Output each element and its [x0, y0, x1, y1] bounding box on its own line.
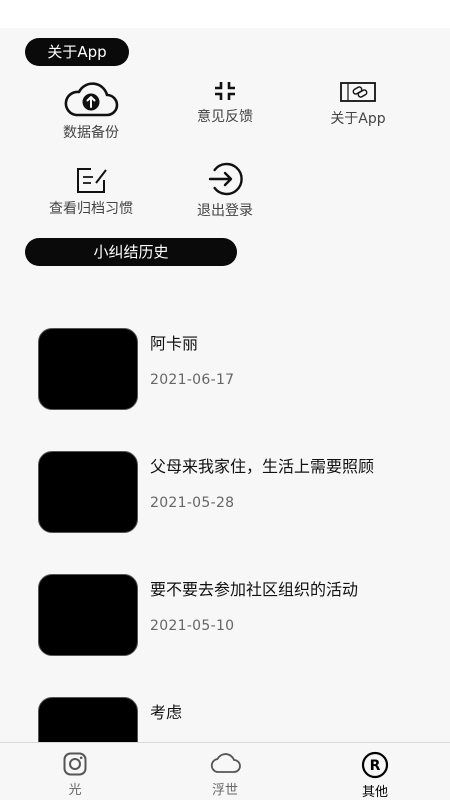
archive-habits-label: 查看归档习惯 — [49, 201, 133, 217]
feedback-button[interactable]: 意见反馈 — [165, 80, 285, 126]
section-about-label: 关于App — [47, 43, 107, 61]
history-item[interactable]: 父母来我家住，生活上需要照顾 2021-05-28 — [38, 451, 450, 533]
cloud-upload-icon — [64, 82, 119, 117]
history-title: 要不要去参加社区组织的活动 — [150, 580, 359, 599]
history-item[interactable]: 阿卡丽 2021-06-17 — [38, 328, 450, 410]
about-app-button[interactable]: 关于App — [298, 80, 418, 128]
backup-label: 数据备份 — [63, 125, 119, 141]
section-history-label: 小纠结历史 — [93, 243, 169, 261]
sign-out-icon — [208, 162, 243, 196]
nav-tab-other[interactable]: R 其他 — [300, 743, 450, 800]
history-date: 2021-06-17 — [150, 372, 235, 388]
nav-label-floating: 浮世 — [211, 783, 238, 798]
history-title: 考虑 — [150, 703, 183, 722]
collapse-arrows-icon — [215, 82, 235, 100]
section-header-about: 关于App — [25, 38, 129, 66]
nav-label-light: 光 — [68, 783, 82, 798]
archive-habits-button[interactable]: 查看归档习惯 — [31, 166, 151, 218]
nav-tab-light[interactable]: 光 — [0, 743, 150, 800]
history-date: 2021-05-28 — [150, 495, 235, 511]
status-bar — [0, 0, 450, 28]
history-title: 父母来我家住，生活上需要照顾 — [150, 457, 375, 476]
history-thumbnail — [38, 574, 138, 656]
section-header-history: 小纠结历史 — [25, 238, 237, 266]
history-thumbnail — [38, 328, 138, 410]
cloud-icon — [210, 753, 241, 773]
nav-tab-floating[interactable]: 浮世 — [150, 743, 300, 800]
history-date: 2021-05-10 — [150, 618, 235, 634]
history-title: 阿卡丽 — [150, 334, 199, 353]
svg-text:R: R — [370, 758, 381, 774]
about-app-label: 关于App — [330, 111, 386, 127]
edit-note-icon — [77, 168, 107, 193]
backup-button[interactable]: 数据备份 — [31, 82, 151, 142]
feedback-label: 意见反馈 — [197, 109, 253, 125]
ticket-link-icon — [340, 82, 376, 102]
nav-label-other: 其他 — [361, 785, 388, 800]
logout-button[interactable]: 退出登录 — [165, 162, 285, 220]
logout-label: 退出登录 — [197, 203, 253, 219]
instagram-icon — [63, 752, 87, 776]
registered-icon: R — [361, 751, 389, 779]
history-item[interactable]: 要不要去参加社区组织的活动 2021-05-10 — [38, 574, 450, 656]
history-thumbnail — [38, 451, 138, 533]
bottom-nav: 光 浮世 R 其他 — [0, 742, 450, 800]
